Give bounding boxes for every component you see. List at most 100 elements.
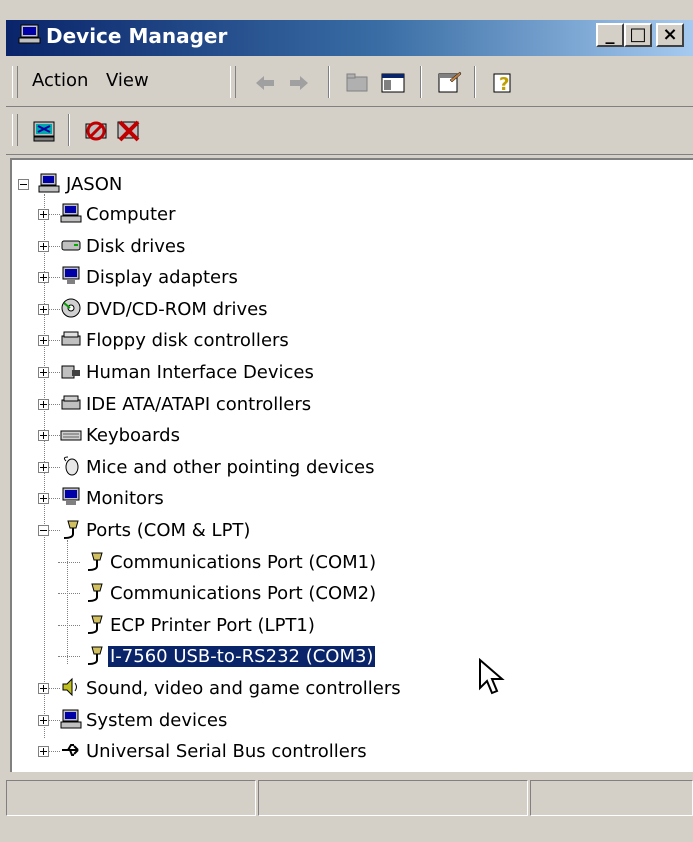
monitor-icon [62,487,80,505]
expand-toggle[interactable] [38,304,49,315]
expand-toggle[interactable] [38,746,49,757]
uninstall-device-icon[interactable] [114,116,144,146]
title-bar[interactable]: Device Manager _ □ × [6,20,693,56]
computer-icon [38,173,60,193]
tree-category-node[interactable]: Disk drives [38,234,658,260]
tree-connector [48,309,60,310]
tree-category-node[interactable]: Computer [38,202,658,228]
tree-port-node[interactable]: Communications Port (COM2) [58,581,682,607]
ide-controller-icon [61,395,81,410]
tree-category-node-label: Mice and other pointing devices [86,457,375,478]
tree-root-node[interactable]: JASON [18,172,318,198]
toolbar-separator [328,66,330,98]
toolbar-separator [68,114,70,146]
tree-category-node[interactable]: DVD/CD-ROM drives [38,297,658,323]
dvd-icon [61,298,81,318]
device-manager-icon [18,24,41,44]
usb-icon [62,744,79,756]
tree-category-node-label: DVD/CD-ROM drives [86,299,268,320]
expand-toggle[interactable] [38,272,49,283]
tree-category-node[interactable]: Ports (COM & LPT) [38,518,658,544]
tree-connector [48,372,60,373]
port-icon [87,583,103,602]
device-tree[interactable]: JASON Computer Disk drives Display adapter… [10,158,693,772]
tree-category-node[interactable]: Mice and other pointing devices [38,455,658,481]
tree-port-node[interactable]: Communications Port (COM1) [58,550,682,576]
expand-toggle[interactable] [38,399,49,410]
tree-category-node-label: Computer [86,204,176,225]
tree-category-node-label: Keyboards [86,425,180,446]
tree-category-node[interactable]: Universal Serial Bus controllers [38,739,658,765]
tree-connector [48,751,60,752]
tree-connector [58,625,80,626]
tree-port-node[interactable]: ECP Printer Port (LPT1) [58,613,682,639]
tree-connector [48,214,60,215]
tree-category-node[interactable]: System devices [38,708,658,734]
tree-connector [48,340,60,341]
disable-device-icon[interactable] [82,116,112,146]
tree-connector [48,467,60,468]
tree-category-node[interactable]: Keyboards [38,423,658,449]
scan-hardware-icon[interactable] [30,116,60,146]
window-title: Device Manager [46,24,228,48]
close-button[interactable]: × [656,23,684,47]
tree-connector [48,688,60,689]
menu-toolbar-row: Action View ? [6,60,693,107]
tree-category-node[interactable]: Sound, video and game controllers [38,676,658,702]
tree-port-node-label: ECP Printer Port (LPT1) [110,615,315,636]
action-toolbar [6,108,693,155]
device-manager-window: Device Manager _ □ × Action View ? JASON… [0,0,693,842]
tree-category-node-label: Human Interface Devices [86,362,314,383]
forward-arrow-icon[interactable] [284,68,314,98]
maximize-button[interactable]: □ [624,23,652,47]
expand-toggle[interactable] [38,367,49,378]
expand-toggle[interactable] [38,462,49,473]
expand-toggle[interactable] [38,241,49,252]
collapse-toggle[interactable] [38,525,49,536]
minimize-button[interactable]: _ [596,23,624,47]
tree-category-node-label: Monitors [86,488,164,509]
status-cell-3 [530,780,693,816]
tree-category-node[interactable]: IDE ATA/ATAPI controllers [38,392,658,418]
expand-toggle[interactable] [38,715,49,726]
tree-port-node[interactable]: I-7560 USB-to-RS232 (COM3) [58,644,682,670]
expand-toggle[interactable] [38,430,49,441]
action-menu[interactable]: Action [32,70,88,91]
tree-category-node-label: Display adapters [86,267,238,288]
expand-toggle[interactable] [38,209,49,220]
tree-category-node-label: Universal Serial Bus controllers [86,741,367,762]
back-arrow-icon[interactable] [250,68,280,98]
tree-connector [48,720,60,721]
tree-connector [48,498,60,499]
help-icon[interactable]: ? [488,68,518,98]
toolbar-grip[interactable] [12,114,18,146]
tree-category-node-label: Sound, video and game controllers [86,678,401,699]
status-cell-2 [258,780,528,816]
tree-port-node-label: Communications Port (COM1) [110,552,377,573]
view-menu[interactable]: View [106,70,149,91]
tree-category-node[interactable]: Floppy disk controllers [38,328,658,354]
tree-category-node-label: System devices [86,710,228,731]
tree-connector [48,404,60,405]
tree-category-node[interactable]: Monitors [38,486,658,512]
collapse-toggle[interactable] [18,179,29,190]
tree-port-node-label: Communications Port (COM2) [110,583,377,604]
tree-connector [58,656,80,657]
tree-category-node[interactable]: Human Interface Devices [38,360,658,386]
expand-toggle[interactable] [38,493,49,504]
display-adapter-icon [62,266,80,284]
svg-text:?: ? [499,74,509,95]
tree-category-node[interactable]: Display adapters [38,265,658,291]
toolbar-grip[interactable] [230,66,236,98]
properties-icon[interactable] [434,68,464,98]
expand-toggle[interactable] [38,335,49,346]
menu-grip[interactable] [12,66,18,98]
expand-toggle[interactable] [38,683,49,694]
port-icon [87,646,103,665]
tree-connector [48,530,60,531]
up-folder-icon[interactable] [342,68,372,98]
tree-connector [58,593,80,594]
tree-connector [48,277,60,278]
sound-icon [62,677,77,697]
show-hide-tree-icon[interactable] [378,68,408,98]
